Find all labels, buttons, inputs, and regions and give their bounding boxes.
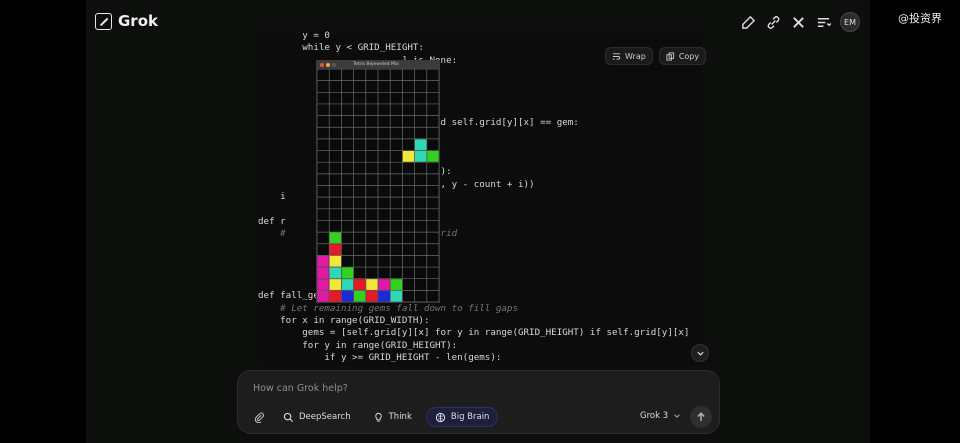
gem-block [341, 267, 354, 279]
brain-icon [435, 412, 446, 422]
code-line: for x in range(GRID_WIDTH): [258, 314, 430, 326]
avatar[interactable]: EM [840, 12, 860, 32]
app-name: Grok [118, 12, 158, 30]
chevron-down-icon [696, 351, 704, 356]
gem-block [366, 290, 378, 302]
think-button[interactable]: Think [365, 407, 420, 427]
code-line: if y >= GRID_HEIGHT - len(gems): [258, 352, 502, 364]
model-selector[interactable]: Grok 3 [640, 411, 681, 421]
grok-app: Grok EM y = 0 while y < GRID_HEIGHT: ] i… [86, 0, 870, 443]
maximize-dot-icon[interactable] [332, 63, 336, 67]
game-window: Tetris Bejeweled Mix [316, 60, 440, 303]
prompt-input[interactable]: How can Grok help? [253, 383, 348, 394]
composer: How can Grok help? DeepSearch Think Big … [237, 370, 720, 434]
gem-block [329, 279, 341, 290]
wrap-icon [612, 52, 621, 60]
code-actions: Wrap Copy [605, 47, 707, 65]
paperclip-icon [254, 412, 264, 423]
history-icon[interactable] [815, 14, 831, 30]
composer-tools: DeepSearch Think Big Brain [250, 407, 499, 427]
gem-block [427, 150, 439, 162]
gem-block [378, 279, 390, 290]
gem-block [378, 290, 390, 302]
gem-block [329, 232, 341, 244]
gem-block [390, 279, 402, 290]
gem-block [341, 279, 354, 290]
scroll-down-button[interactable] [691, 344, 709, 362]
gem-block [354, 279, 366, 290]
gem-block [317, 279, 329, 290]
attach-button[interactable] [250, 407, 269, 427]
grok-logo-icon [95, 12, 112, 30]
watermark: @投资界 [898, 12, 942, 25]
code-line: for y in range(GRID_HEIGHT): [258, 339, 458, 351]
minimize-dot-icon[interactable] [326, 63, 330, 67]
wrap-button[interactable]: Wrap [605, 47, 653, 65]
deepsearch-button[interactable]: DeepSearch [275, 407, 359, 427]
gem-block [329, 244, 341, 255]
send-button[interactable] [690, 406, 712, 428]
gem-block [415, 150, 427, 162]
gem-block [329, 255, 341, 267]
think-label: Think [388, 412, 412, 422]
gem-block [354, 290, 366, 302]
grok-logo[interactable]: Grok [95, 12, 158, 30]
close-dot-icon[interactable] [320, 63, 324, 67]
top-actions: EM [740, 12, 860, 32]
gem-block [390, 290, 402, 302]
gem-block [317, 267, 329, 279]
big-brain-label: Big Brain [450, 412, 490, 422]
model-label: Grok 3 [640, 411, 669, 421]
game-board[interactable] [317, 69, 439, 302]
copy-icon [666, 51, 674, 61]
code-line: y = 0 [258, 30, 330, 41]
gem-block [329, 267, 341, 279]
copy-button[interactable]: Copy [658, 47, 707, 65]
x-icon[interactable] [790, 14, 806, 30]
gem-block [366, 279, 378, 290]
gem-block [329, 290, 341, 302]
copy-label: Copy [678, 51, 700, 61]
gem-block [402, 150, 415, 162]
chevron-down-icon [674, 414, 680, 418]
search-icon [283, 412, 294, 422]
gem-block [317, 290, 329, 302]
big-brain-button[interactable]: Big Brain [425, 407, 499, 427]
game-title-bar: Tetris Bejeweled Mix [317, 61, 439, 69]
game-title: Tetris Bejeweled Mix [353, 62, 399, 67]
bulb-icon [374, 412, 382, 422]
code-line: # Let remaining gems fall down to fill g… [258, 302, 518, 314]
edit-icon[interactable] [740, 14, 756, 30]
deepsearch-label: DeepSearch [299, 412, 351, 422]
gem-block [415, 139, 427, 151]
wrap-label: Wrap [625, 51, 646, 61]
gem-block [341, 290, 354, 302]
link-icon[interactable] [765, 14, 781, 30]
arrow-up-icon [697, 412, 705, 421]
gem-block [317, 255, 329, 267]
code-line: gems = [self.grid[y][x] for y in range(G… [258, 327, 690, 339]
